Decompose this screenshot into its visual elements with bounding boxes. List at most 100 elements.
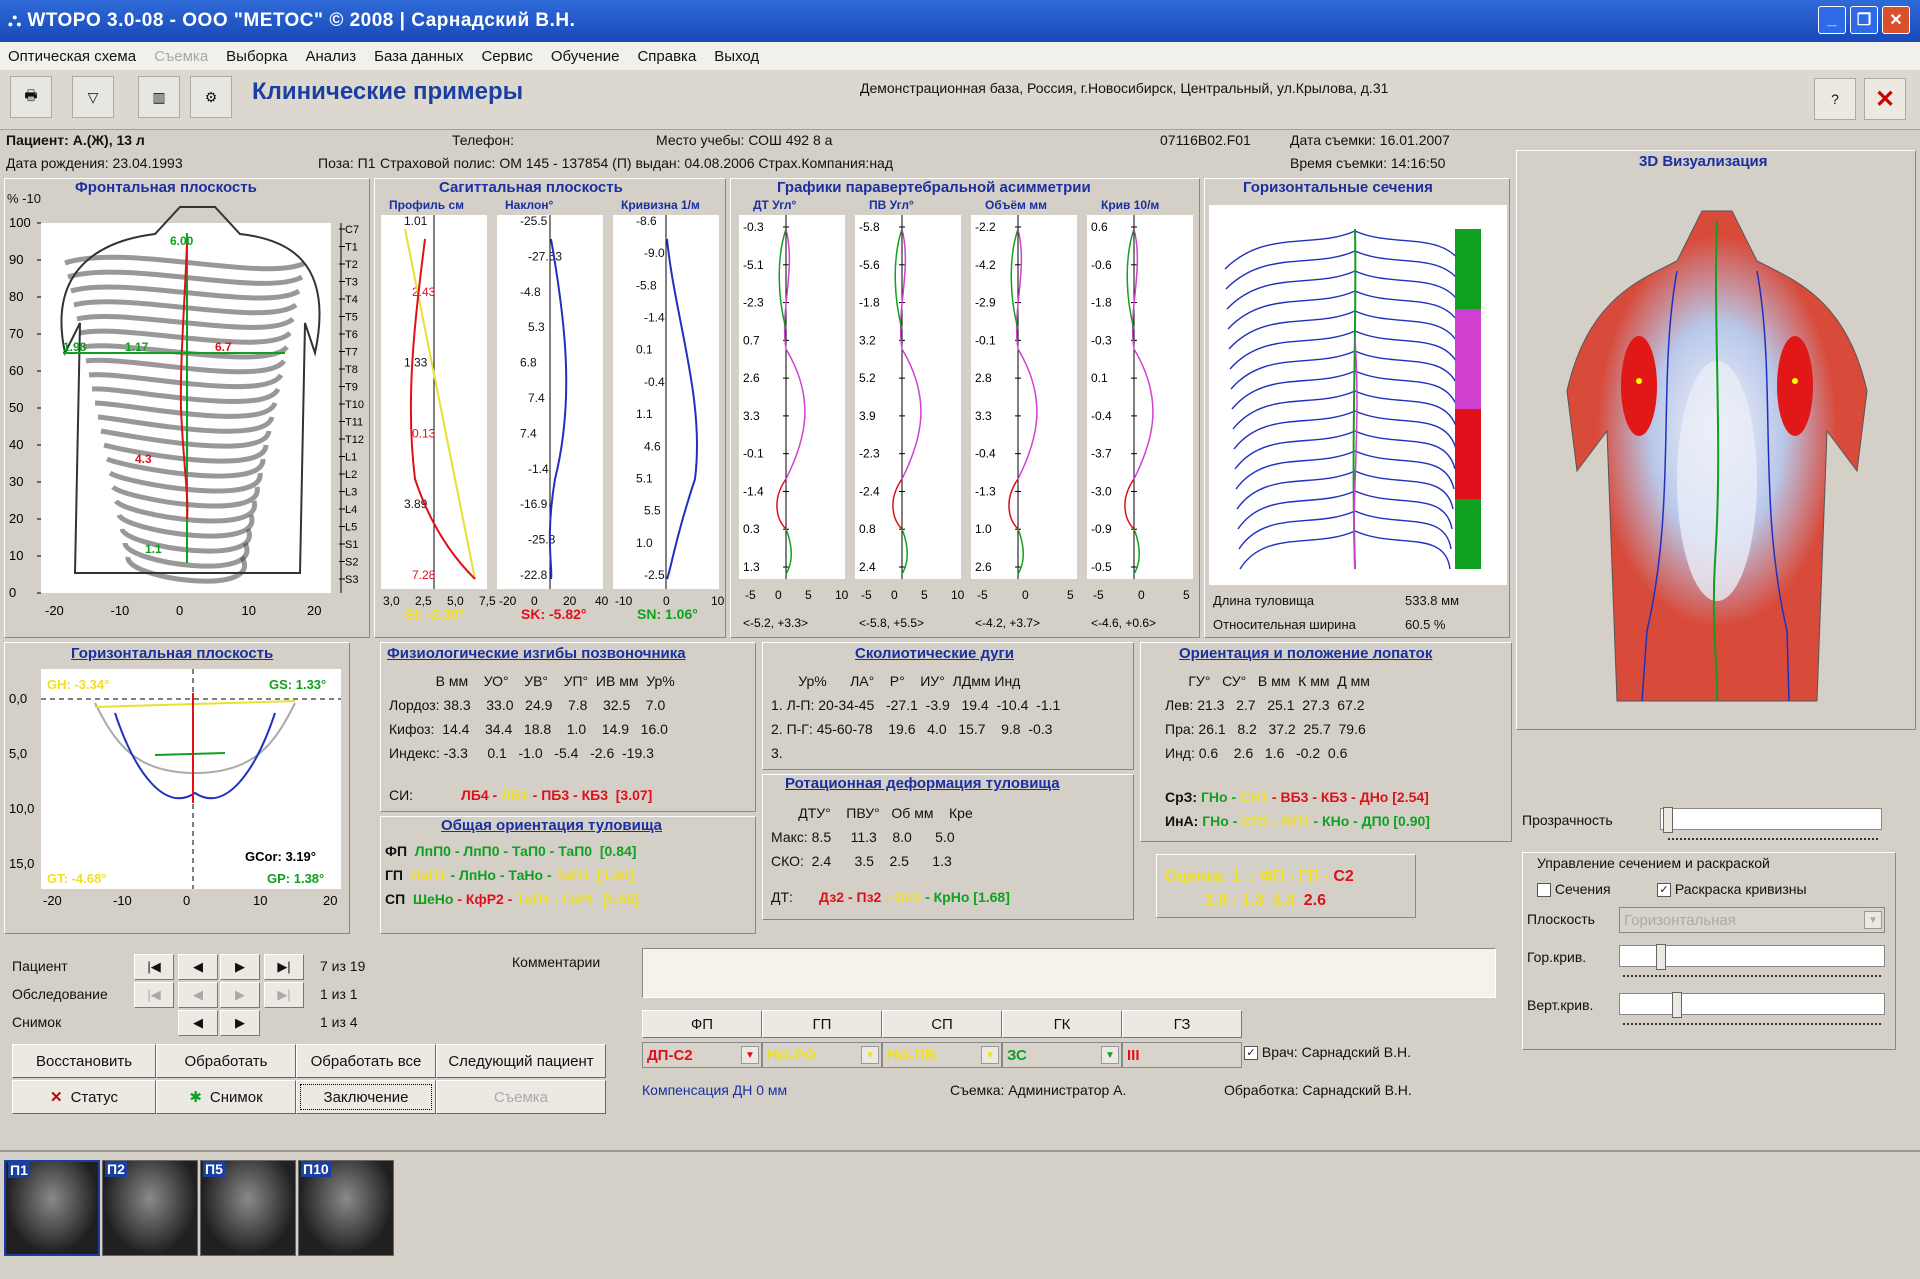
close-window-button[interactable]: ✕ <box>1882 6 1910 34</box>
comment-field[interactable] <box>642 948 1496 998</box>
conclusion-button[interactable]: Заключение <box>296 1080 436 1114</box>
menu-item[interactable]: Съемка <box>154 48 208 65</box>
frontal-label: 6.00 <box>170 234 194 248</box>
gear-icon[interactable]: ⚙ <box>190 76 232 118</box>
y-tick-label: 5,0 <box>9 746 27 761</box>
last-exam-button[interactable]: ▶| <box>264 982 304 1008</box>
relative-width-label: Относительная ширина <box>1213 617 1356 632</box>
menu-item[interactable]: Оптическая схема <box>8 48 136 65</box>
transparency-slider[interactable] <box>1660 807 1882 833</box>
sagittal-value: -0.4 <box>644 375 665 389</box>
survey-button[interactable]: Съемка <box>436 1080 606 1114</box>
maximize-button[interactable]: ❐ <box>1850 6 1878 34</box>
first-exam-button[interactable]: |◀ <box>134 982 174 1008</box>
gs-label: GS: 1.33° <box>269 677 326 692</box>
chevron-down-icon: ▼ <box>861 1046 879 1064</box>
pose: Поза: П1 <box>318 155 376 171</box>
x-tick-label: -10 <box>615 594 633 608</box>
coloring-checkbox[interactable]: ✓ Раскраска кривизны <box>1657 881 1807 898</box>
section-control-group: Управление сечением и раскраской Сечения… <box>1522 852 1896 1050</box>
scolio-row: 1. Л-П: 20-34-45 -27.1 -3.9 19.4 -10.4 -… <box>771 697 1061 713</box>
blades-row: Пра: 26.1 8.2 37.2 25.7 79.6 <box>1165 721 1366 737</box>
colored-segment: 1.9 : 1.3 1.4 <box>1205 892 1304 909</box>
photo-thumbnail[interactable]: П1 <box>4 1160 100 1256</box>
menu-bar: Оптическая схема Съемка Выборка Анализ База … <box>0 42 1920 70</box>
sagittal-value: 2.43 <box>412 285 436 299</box>
vertebra-label: T2 <box>345 259 358 271</box>
thumbnail-label: П1 <box>8 1162 30 1178</box>
next-exam-button[interactable]: ▶ <box>220 982 260 1008</box>
scolio-row: 2. П-Г: 45-60-78 19.6 4.0 15.7 9.8 -0.3 <box>771 721 1053 737</box>
next-patient-full-button[interactable]: Следующий пациент <box>436 1044 606 1078</box>
last-patient-button[interactable]: ▶| <box>264 954 304 980</box>
colored-segment: СрЗ: <box>1165 789 1201 805</box>
next-patient-button[interactable]: ▶ <box>220 954 260 980</box>
grid-select[interactable]: НО-ПВ ▼ <box>882 1042 1002 1068</box>
menu-item[interactable]: База данных <box>374 48 463 65</box>
help-icon[interactable]: ? <box>1814 78 1856 120</box>
grid-select[interactable]: III <box>1122 1042 1242 1068</box>
paravertebral-value: -0.6 <box>1091 258 1112 272</box>
vertebra-label: T9 <box>345 382 358 394</box>
photo-thumbnail[interactable]: П5 <box>200 1160 296 1256</box>
doctor-checkbox[interactable]: ✓ Врач: Сарнадский В.Н. <box>1244 1044 1411 1061</box>
x-tick-label: -5 <box>1093 588 1104 602</box>
orientation-title: Общая ориентация туловища <box>441 817 663 834</box>
x-tick-label: -5 <box>745 588 756 602</box>
grade-line: Оценка 1 : ФП - ГП - С2 <box>1165 865 1354 889</box>
menu-item[interactable]: Обучение <box>551 48 620 65</box>
x-tick-label: 20 <box>307 603 321 618</box>
y-tick-label: 100 <box>9 215 31 230</box>
frontal-label: 4.3 <box>135 452 152 466</box>
vertebra-label: L1 <box>345 452 357 464</box>
colored-segment: - ПБ3 - КБ3 <box>528 787 616 803</box>
layout-icon[interactable]: ▥ <box>138 76 180 118</box>
prev-exam-button[interactable]: ◀ <box>178 982 218 1008</box>
sagittal-plot: Профиль см1.012.431.330.133.897.283,0 2,5… <box>381 198 725 622</box>
vertebra-label: T12 <box>345 434 364 446</box>
restore-button[interactable]: Восстановить <box>12 1044 156 1078</box>
menu-item[interactable]: Выход <box>714 48 759 65</box>
prev-shot-button[interactable]: ◀ <box>178 1010 218 1036</box>
blades-row: Инд: 0.6 2.6 1.6 -0.2 0.6 <box>1165 745 1348 761</box>
colored-segment: СП1 - ВП1 <box>1241 813 1310 829</box>
sections-checkbox[interactable]: Сечения <box>1537 881 1611 898</box>
3d-back-model[interactable] <box>1527 181 1907 721</box>
physio-row: Лордоз: 38.3 33.0 24.9 7.8 32.5 7.0 <box>389 697 666 713</box>
shot-button[interactable]: ✱ Снимок <box>156 1080 296 1114</box>
paravertebral-value: -2.4 <box>859 484 880 498</box>
orientation-row: СП ШеНо - КфР2 - ТаП1 - ГеР1 [1.55] <box>385 887 639 911</box>
vert-curv-slider[interactable] <box>1619 992 1885 1018</box>
exit-icon[interactable]: ✕ <box>1864 78 1906 120</box>
first-patient-button[interactable]: |◀ <box>134 954 174 980</box>
x-tick-label: 10 <box>242 603 256 618</box>
shot-button-label: Снимок <box>209 1088 263 1106</box>
sagittal-value: 1.33 <box>404 356 428 370</box>
print-icon[interactable]: 🖶 <box>10 76 52 118</box>
plane-select[interactable]: Горизонтальная ▼ <box>1619 907 1885 933</box>
photo-thumbnail[interactable]: П2 <box>102 1160 198 1256</box>
hor-curv-slider[interactable] <box>1619 944 1885 970</box>
grid-select[interactable]: НО-РО ▼ <box>762 1042 882 1068</box>
process-all-button[interactable]: Обработать все <box>296 1044 436 1078</box>
menu-item[interactable]: Выборка <box>226 48 287 65</box>
slider-ticks <box>1623 975 1881 979</box>
filter-icon[interactable]: ▽ <box>72 76 114 118</box>
grid-select[interactable]: ЗС ▼ <box>1002 1042 1122 1068</box>
status-button[interactable]: ✕ Статус <box>12 1080 156 1114</box>
patient-name: Пациент: А.(Ж), 13 л <box>6 132 145 148</box>
minimize-button[interactable]: _ <box>1818 6 1846 34</box>
prev-patient-button[interactable]: ◀ <box>178 954 218 980</box>
process-button[interactable]: Обработать <box>156 1044 296 1078</box>
colored-segment: ТаП1 - ГеР1 [1.55] <box>516 891 640 907</box>
next-shot-button[interactable]: ▶ <box>220 1010 260 1036</box>
y-tick-label: 80 <box>9 289 23 304</box>
x-tick-label: 0 <box>183 893 190 908</box>
grid-select[interactable]: ДП-С2 ▼ <box>642 1042 762 1068</box>
menu-item[interactable]: Анализ <box>305 48 356 65</box>
sagittal-value: 6.8 <box>520 356 537 370</box>
menu-item[interactable]: Сервис <box>481 48 532 65</box>
photo-thumbnail[interactable]: П10 <box>298 1160 394 1256</box>
menu-item[interactable]: Справка <box>637 48 696 65</box>
paravertebral-value: -2.2 <box>975 220 996 234</box>
